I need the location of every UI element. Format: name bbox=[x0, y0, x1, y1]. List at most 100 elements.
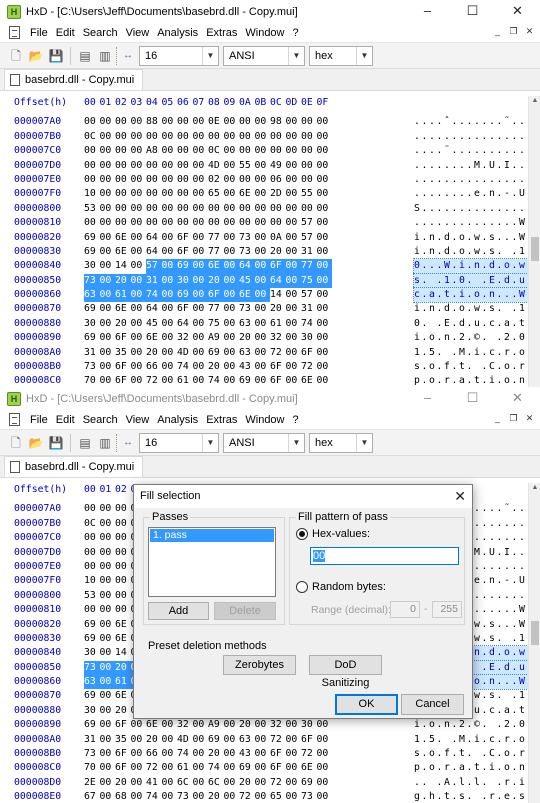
hex-byte[interactable]: 00 bbox=[193, 173, 209, 187]
hex-byte[interactable]: 00 bbox=[115, 589, 131, 603]
hex-byte[interactable]: 00 bbox=[224, 374, 240, 387]
hex-byte[interactable]: 20 bbox=[208, 273, 224, 289]
hex-byte[interactable]: 00 bbox=[255, 761, 271, 775]
hex-byte[interactable]: 6E bbox=[115, 245, 131, 259]
hex-byte[interactable]: 00 bbox=[223, 273, 239, 289]
hex-byte[interactable]: 74 bbox=[208, 761, 224, 775]
hex-byte[interactable]: 00 bbox=[131, 747, 147, 761]
hex-byte[interactable]: 00 bbox=[162, 733, 178, 747]
hex-byte[interactable]: 00 bbox=[286, 231, 302, 245]
hex-byte[interactable]: 72 bbox=[146, 761, 162, 775]
offset-base-select[interactable]: hex ▼ bbox=[309, 45, 373, 66]
hex-byte[interactable]: 00 bbox=[193, 302, 209, 316]
hex-byte[interactable]: 30 bbox=[84, 646, 100, 660]
hex-byte[interactable]: 00 bbox=[100, 317, 116, 331]
chevron-down-icon[interactable]: ▼ bbox=[202, 46, 218, 65]
hex-byte[interactable]: 00 bbox=[255, 317, 271, 331]
menu-analysis[interactable]: Analysis bbox=[153, 23, 202, 43]
hex-byte[interactable]: 00 bbox=[131, 776, 147, 790]
hex-byte[interactable]: 00 bbox=[239, 130, 255, 144]
hex-byte[interactable]: 00 bbox=[162, 747, 178, 761]
hex-byte[interactable]: 00 bbox=[193, 331, 209, 345]
hex-byte[interactable]: 00 bbox=[224, 317, 240, 331]
hex-byte[interactable]: 00 bbox=[255, 144, 271, 158]
hex-byte[interactable]: 00 bbox=[177, 130, 193, 144]
hex-byte[interactable]: 14 bbox=[115, 646, 131, 660]
hex-byte[interactable]: 00 bbox=[286, 130, 302, 144]
hex-byte[interactable]: 00 bbox=[131, 202, 147, 216]
passes-listbox[interactable]: 1. pass bbox=[148, 527, 276, 597]
hex-byte[interactable]: 00 bbox=[193, 216, 209, 230]
hex-byte[interactable]: 6E bbox=[146, 718, 162, 732]
hex-byte[interactable]: 00 bbox=[162, 159, 178, 173]
hex-byte[interactable]: 88 bbox=[146, 115, 162, 129]
hex-byte[interactable]: 00 bbox=[99, 273, 115, 289]
menu-search[interactable]: Search bbox=[79, 23, 122, 43]
hex-byte[interactable]: 00 bbox=[239, 202, 255, 216]
hex-byte[interactable]: 00 bbox=[255, 790, 271, 803]
hex-byte[interactable]: 74 bbox=[146, 288, 162, 303]
hex-byte[interactable]: 69 bbox=[177, 259, 193, 274]
menu-file[interactable]: File bbox=[26, 23, 52, 43]
hex-byte[interactable]: 6F bbox=[270, 374, 286, 387]
hex-row[interactable]: 00000890 69 00 6F 00 6E 00 32 00 A9 00 20 00 32 00 30 00… bbox=[0, 718, 540, 732]
hex-byte[interactable]: 57 bbox=[301, 231, 317, 245]
hex-byte[interactable]: 00 bbox=[317, 173, 333, 187]
hex-byte[interactable]: 00 bbox=[100, 187, 116, 201]
hex-byte[interactable]: 00 bbox=[162, 331, 178, 345]
ascii-text[interactable]: i.n.d.o.w.s...W. bbox=[414, 231, 534, 245]
hex-byte[interactable]: 00 bbox=[131, 144, 147, 158]
save-icon[interactable]: 💾 bbox=[47, 47, 65, 65]
hex-byte[interactable]: 00 bbox=[255, 718, 271, 732]
hex-byte[interactable]: 14 bbox=[115, 259, 131, 273]
hex-byte[interactable]: 00 bbox=[162, 216, 178, 230]
hex-byte[interactable]: 63 bbox=[84, 288, 100, 303]
hex-byte[interactable]: 00 bbox=[286, 747, 302, 761]
hex-byte[interactable]: 00 bbox=[146, 202, 162, 216]
hex-byte[interactable]: 00 bbox=[285, 259, 301, 274]
ascii-text[interactable]: i.o.n.2.©. .2.0. bbox=[414, 331, 534, 345]
hex-byte[interactable]: 00 bbox=[130, 288, 146, 303]
hex-byte[interactable]: 00 bbox=[84, 173, 100, 187]
hex-byte[interactable]: 00 bbox=[193, 130, 209, 144]
hex-byte[interactable]: 64 bbox=[239, 259, 255, 274]
ascii-text[interactable]: ........M.U.I... bbox=[414, 159, 534, 173]
hex-row[interactable]: 000008E0 67 00 68 00 74 00 73 00 20 00 72 00 65 00 73 00… bbox=[0, 790, 540, 803]
hex-byte[interactable]: 0C bbox=[84, 130, 100, 144]
title-bar[interactable]: H HxD - [C:\Users\Jeff\Documents\basebrd… bbox=[0, 0, 540, 23]
hex-byte[interactable]: 00 bbox=[100, 646, 116, 660]
hex-byte[interactable]: 10 bbox=[84, 187, 100, 201]
hex-row[interactable]: 000007C000000000A80000000C00000000000000… bbox=[0, 144, 540, 158]
hex-byte[interactable]: 00 bbox=[193, 144, 209, 158]
hex-byte[interactable]: 00 bbox=[131, 245, 147, 259]
hex-byte[interactable]: 00 bbox=[224, 231, 240, 245]
hex-byte[interactable]: 72 bbox=[146, 374, 162, 387]
range-to-input[interactable]: 255 bbox=[432, 601, 462, 618]
hex-byte[interactable]: 61 bbox=[270, 317, 286, 331]
hex-byte[interactable]: 00 bbox=[224, 346, 240, 360]
hex-byte[interactable]: 72 bbox=[301, 360, 317, 374]
hex-byte[interactable]: 00 bbox=[255, 747, 271, 761]
hex-byte[interactable]: 6F bbox=[301, 733, 317, 747]
hex-byte[interactable]: 69 bbox=[301, 776, 317, 790]
hex-byte[interactable]: 00 bbox=[224, 360, 240, 374]
scrollbar-thumb[interactable] bbox=[531, 237, 539, 261]
hex-row[interactable]: 0000081000000000000000000000000000005700… bbox=[0, 216, 540, 230]
ok-button[interactable]: OK bbox=[335, 694, 398, 715]
hex-byte[interactable]: 00 bbox=[285, 273, 301, 289]
hex-byte[interactable]: 2D bbox=[270, 187, 286, 201]
hex-byte[interactable]: 00 bbox=[255, 216, 271, 230]
hex-byte[interactable]: 00 bbox=[115, 531, 131, 545]
hex-byte[interactable]: 00 bbox=[146, 130, 162, 144]
hex-byte[interactable]: 63 bbox=[239, 733, 255, 747]
hex-byte[interactable]: 00 bbox=[301, 144, 317, 158]
hex-byte[interactable]: 00 bbox=[255, 187, 271, 201]
hex-byte[interactable]: 00 bbox=[317, 733, 333, 747]
hex-byte[interactable]: 74 bbox=[208, 374, 224, 387]
hex-byte[interactable]: 00 bbox=[100, 574, 116, 588]
zerobytes-button[interactable]: Zerobytes bbox=[223, 655, 296, 675]
hex-byte[interactable]: 00 bbox=[317, 302, 333, 316]
hex-byte[interactable]: 00 bbox=[224, 302, 240, 316]
hex-byte[interactable]: 00 bbox=[193, 374, 209, 387]
hex-byte[interactable]: 31 bbox=[301, 245, 317, 259]
